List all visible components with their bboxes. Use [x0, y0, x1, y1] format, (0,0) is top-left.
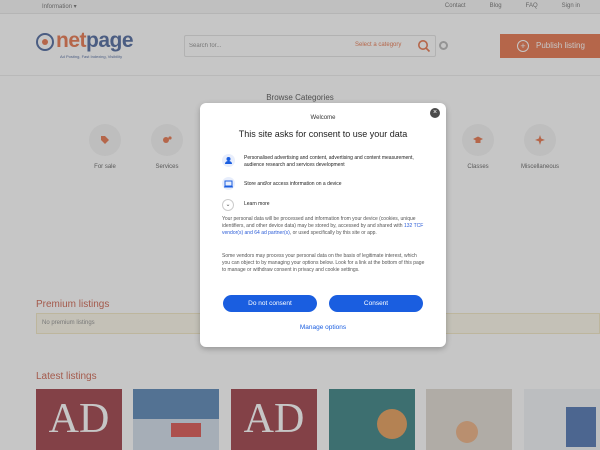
- do-not-consent-button[interactable]: Do not consent: [223, 295, 317, 312]
- people-icon: [222, 154, 235, 167]
- chevron-down-icon: ⌄: [222, 199, 234, 211]
- consent-paragraph-1: Your personal data will be processed and…: [222, 216, 424, 236]
- dialog-welcome: Welcome: [310, 115, 336, 121]
- device-icon: [222, 177, 235, 190]
- purpose-text: Store and/or access information on a dev…: [244, 181, 342, 187]
- purpose-text: Personalised advertising and content, ad…: [244, 155, 414, 168]
- manage-options-link[interactable]: Manage options: [200, 324, 446, 331]
- consent-dialog: × Welcome This site asks for consent to …: [200, 103, 446, 347]
- learn-more-toggle[interactable]: ⌄ Learn more: [222, 199, 372, 211]
- consent-paragraph-2: Some vendors may process your personal d…: [222, 253, 425, 273]
- dialog-title: This site asks for consent to use your d…: [238, 129, 408, 139]
- learn-more-label: Learn more: [244, 201, 270, 207]
- consent-button[interactable]: Consent: [329, 295, 423, 312]
- page: Information Contact Blog FAQ Sign in net…: [0, 0, 600, 450]
